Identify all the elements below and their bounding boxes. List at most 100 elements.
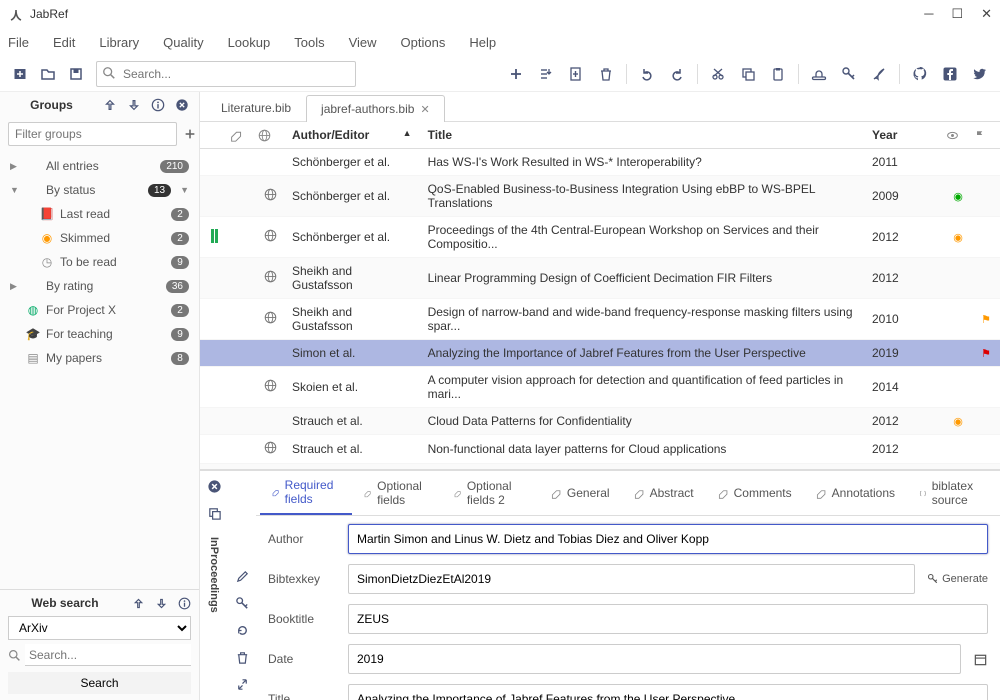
- col-tag[interactable]: [228, 122, 256, 149]
- new-library-icon[interactable]: [12, 66, 28, 82]
- groups-collapse-up-icon[interactable]: [103, 98, 117, 112]
- entry-row[interactable]: Schönberger et al.Has WS-I's Work Result…: [200, 149, 1000, 176]
- editor-tab-1[interactable]: Optional fields: [352, 471, 442, 515]
- open-library-icon[interactable]: [40, 66, 56, 82]
- col-title[interactable]: Title: [420, 122, 864, 149]
- entry-row[interactable]: Schönberger et al.QoS-Enabled Business-t…: [200, 176, 1000, 217]
- app-title: JabRef: [30, 7, 68, 21]
- app-logo-icon: [8, 6, 24, 22]
- col-year[interactable]: Year: [864, 122, 944, 149]
- editor-tab-0[interactable]: Required fields: [260, 471, 352, 515]
- col-marker[interactable]: [200, 122, 228, 149]
- cut-icon[interactable]: [710, 66, 726, 82]
- websearch-input[interactable]: [25, 644, 191, 666]
- group-item-7[interactable]: 🎓For teaching9: [4, 322, 195, 346]
- editor-tab-3[interactable]: General: [539, 471, 622, 515]
- github-icon[interactable]: [912, 66, 928, 82]
- group-item-6[interactable]: ◍For Project X2: [4, 298, 195, 322]
- push-external-icon[interactable]: [811, 66, 827, 82]
- entry-type-label: InProceedings: [208, 537, 220, 613]
- filter-groups-input[interactable]: [8, 122, 177, 146]
- menu-view[interactable]: View: [349, 35, 377, 50]
- window-maximize-button[interactable]: ☐: [951, 6, 963, 22]
- col-flag[interactable]: [972, 122, 1000, 149]
- add-entry-list-icon[interactable]: [538, 66, 554, 82]
- entry-row[interactable]: Simon et al.Analyzing the Importance of …: [200, 340, 1000, 367]
- cleanup-icon[interactable]: [871, 66, 887, 82]
- global-search-input[interactable]: [96, 61, 356, 87]
- copy-icon[interactable]: [740, 66, 756, 82]
- ws-up-icon[interactable]: [132, 597, 145, 610]
- redo-icon[interactable]: [669, 66, 685, 82]
- ws-down-icon[interactable]: [155, 597, 168, 610]
- facebook-icon[interactable]: [942, 66, 958, 82]
- col-author[interactable]: Author/Editor ▲: [284, 122, 420, 149]
- menu-library[interactable]: Library: [99, 35, 139, 50]
- author-input[interactable]: [348, 524, 988, 554]
- group-item-3[interactable]: ◉Skimmed2: [4, 226, 195, 250]
- editor-tab-7[interactable]: biblatex source: [907, 471, 1000, 515]
- editor-expand-icon[interactable]: [235, 677, 250, 692]
- title-input[interactable]: [348, 684, 988, 700]
- date-label: Date: [268, 652, 336, 666]
- entry-row[interactable]: Schönberger et al.Proceedings of the 4th…: [200, 217, 1000, 258]
- paste-icon[interactable]: [770, 66, 786, 82]
- group-item-0[interactable]: ▶All entries210: [4, 154, 195, 178]
- file-tab-1[interactable]: jabref-authors.bib✕: [306, 95, 445, 122]
- editor-tab-5[interactable]: Comments: [706, 471, 804, 515]
- websearch-source-select[interactable]: ArXiv: [8, 616, 191, 640]
- window-close-button[interactable]: ✕: [981, 6, 992, 22]
- bibtexkey-input[interactable]: [348, 564, 915, 594]
- date-picker-icon[interactable]: [973, 652, 988, 667]
- editor-tab-4[interactable]: Abstract: [622, 471, 706, 515]
- new-entry-from-id-icon[interactable]: [568, 66, 584, 82]
- menu-lookup[interactable]: Lookup: [228, 35, 271, 50]
- editor-edit-icon[interactable]: [235, 569, 250, 584]
- group-item-1[interactable]: ▼By status13 ▼: [4, 178, 195, 202]
- col-globe[interactable]: [256, 122, 284, 149]
- menu-edit[interactable]: Edit: [53, 35, 75, 50]
- entry-row[interactable]: Sheikh and GustafssonLinear Programming …: [200, 258, 1000, 299]
- menu-help[interactable]: Help: [469, 35, 496, 50]
- editor-tab-6[interactable]: Annotations: [804, 471, 907, 515]
- save-library-icon[interactable]: [68, 66, 84, 82]
- menu-options[interactable]: Options: [401, 35, 446, 50]
- file-tab-0[interactable]: Literature.bib: [206, 94, 306, 121]
- group-item-4[interactable]: ◷To be read9: [4, 250, 195, 274]
- bibtexkey-label: Bibtexkey: [268, 572, 336, 586]
- editor-tab-2[interactable]: Optional fields 2: [442, 471, 539, 515]
- add-group-button[interactable]: [183, 122, 197, 146]
- websearch-button[interactable]: Search: [8, 672, 191, 694]
- delete-entry-icon[interactable]: [598, 66, 614, 82]
- ws-info-icon[interactable]: [178, 597, 191, 610]
- menu-quality[interactable]: Quality: [163, 35, 203, 50]
- add-entry-icon[interactable]: [508, 66, 524, 82]
- editor-refresh-icon[interactable]: [235, 623, 250, 638]
- window-minimize-button[interactable]: ─: [924, 6, 933, 22]
- groups-close-icon[interactable]: [175, 98, 189, 112]
- col-read[interactable]: [944, 122, 972, 149]
- generate-key-icon[interactable]: [841, 66, 857, 82]
- title-label: Title: [268, 692, 336, 700]
- entry-row[interactable]: Sheikh and GustafssonDesign of narrow-ba…: [200, 299, 1000, 340]
- menu-file[interactable]: File: [8, 35, 29, 50]
- entry-row[interactable]: Skoien et al.A computer vision approach …: [200, 367, 1000, 408]
- group-item-2[interactable]: 📕Last read2: [4, 202, 195, 226]
- menu-tools[interactable]: Tools: [294, 35, 324, 50]
- author-label: Author: [268, 532, 336, 546]
- booktitle-input[interactable]: [348, 604, 988, 634]
- twitter-icon[interactable]: [972, 66, 988, 82]
- editor-copy-icon[interactable]: [207, 506, 222, 521]
- entry-row[interactable]: Strauch et al.Non-functional data layer …: [200, 435, 1000, 464]
- editor-key-icon[interactable]: [235, 596, 250, 611]
- groups-expand-down-icon[interactable]: [127, 98, 141, 112]
- entry-row[interactable]: Strauch et al.Cloud Data Patterns for Co…: [200, 408, 1000, 435]
- undo-icon[interactable]: [639, 66, 655, 82]
- editor-close-icon[interactable]: [207, 479, 222, 494]
- group-item-8[interactable]: ▤My papers8: [4, 346, 195, 370]
- date-input[interactable]: [348, 644, 961, 674]
- group-item-5[interactable]: ▶By rating36: [4, 274, 195, 298]
- generate-key-button[interactable]: Generate: [927, 573, 988, 585]
- groups-info-icon[interactable]: [151, 98, 165, 112]
- editor-trash-icon[interactable]: [235, 650, 250, 665]
